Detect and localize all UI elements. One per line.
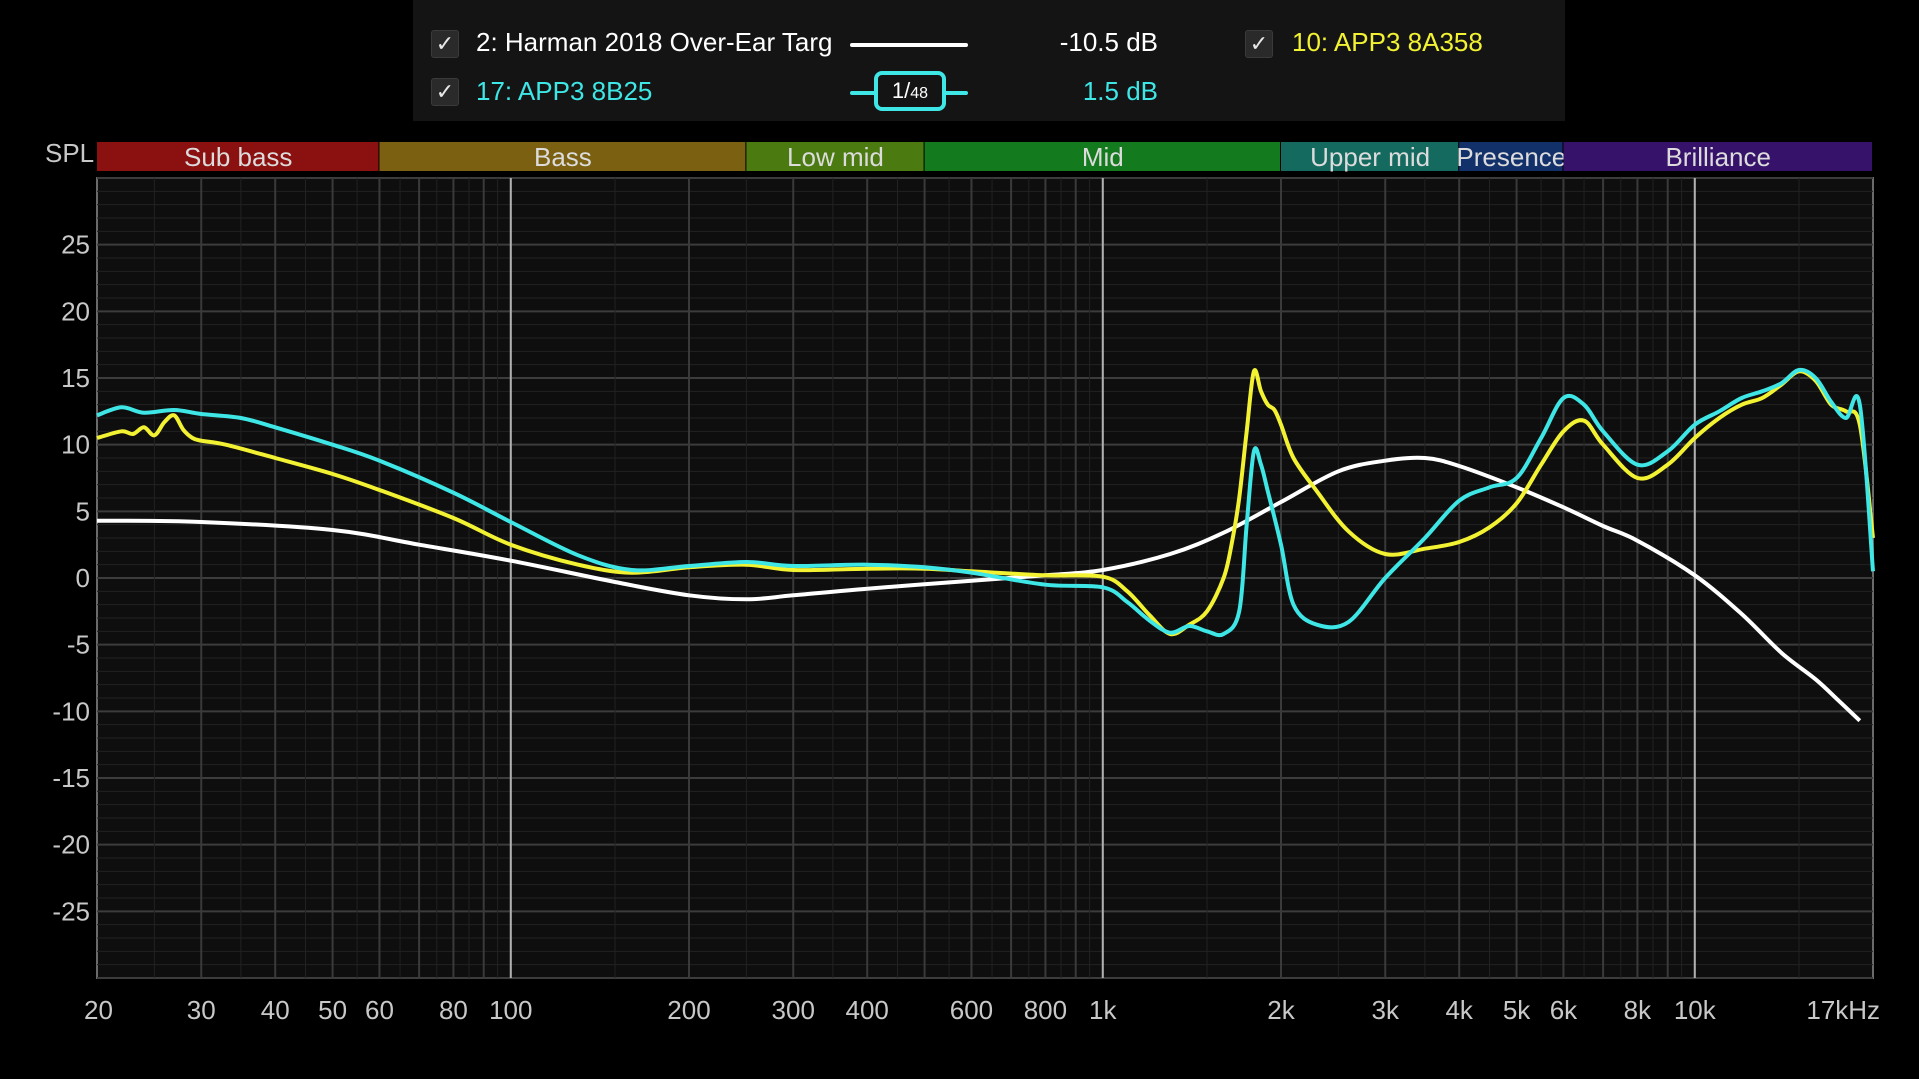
y-tick-label: 15 (61, 363, 90, 393)
legend-panel: ✓ 2: Harman 2018 Over-Ear Targ -10.5 dB … (413, 0, 1565, 121)
band-label-0: Sub bass (184, 142, 292, 172)
x-tick-label: 3k (1372, 995, 1400, 1025)
x-tick-label: 1k (1089, 995, 1117, 1025)
x-tick-label: 100 (489, 995, 532, 1025)
legend-name-harman-target: 2: Harman 2018 Over-Ear Targ (476, 27, 833, 57)
x-tick-label: 80 (439, 995, 468, 1025)
legend-swatch-harman-target (850, 43, 968, 47)
y-tick-label: -25 (52, 896, 90, 926)
x-tick-label: 600 (950, 995, 993, 1025)
band-label-4: Upper mid (1310, 142, 1430, 172)
x-tick-label: 30 (187, 995, 216, 1025)
checkbox-app3-8a358[interactable]: ✓ (1245, 30, 1273, 58)
band-label-1: Bass (534, 142, 592, 172)
x-tick-label: 40 (261, 995, 290, 1025)
x-tick-label: 4k (1445, 995, 1473, 1025)
x-tick-label: 300 (772, 995, 815, 1025)
y-axis-label: SPL (45, 138, 94, 168)
smoothing-numerator: 1 (891, 78, 905, 103)
y-tick-label: -20 (52, 830, 90, 860)
legend-value-harman-target: -10.5 dB (1059, 27, 1158, 57)
band-label-6: Brilliance (1665, 142, 1771, 172)
y-tick-label: -15 (52, 763, 90, 793)
x-tick-label: 20 (84, 995, 113, 1025)
checkbox-app3-8b25[interactable]: ✓ (431, 78, 459, 106)
band-label-5: Presence (1456, 142, 1566, 172)
frequency-bands: Sub bass Bass Low mid Mid Upper mid Presence B… (97, 142, 1872, 172)
smoothing-denominator: 48 (910, 85, 929, 102)
x-tick-label: 17kHz (1806, 995, 1880, 1025)
y-tick-label: 0 (76, 563, 90, 593)
y-tick-label: 10 (61, 430, 90, 460)
legend-name-app3-8b25: 17: APP3 8B25 (476, 76, 653, 106)
y-tick-label: -10 (52, 696, 90, 726)
legend-name-app3-8a358: 10: APP3 8A358 (1292, 27, 1483, 57)
y-tick-label: 25 (61, 230, 90, 260)
x-tick-label: 400 (846, 995, 889, 1025)
checkbox-harman-target[interactable]: ✓ (431, 30, 459, 58)
x-tick-label: 2k (1267, 995, 1295, 1025)
x-tick-label: 50 (318, 995, 347, 1025)
y-axis: 25 20 15 10 5 0 -5 -10 -15 -20 -25 (52, 230, 90, 927)
y-tick-label: 20 (61, 296, 90, 326)
x-tick-label: 8k (1624, 995, 1652, 1025)
band-label-2: Low mid (787, 142, 884, 172)
legend-value-app3-8b25: 1.5 dB (1082, 76, 1158, 106)
x-tick-label: 5k (1503, 995, 1531, 1025)
x-axis: 20 30 40 50 60 80 100 200 300 400 600 800 1k 2k 3k 4k 5k… (84, 995, 1880, 1025)
x-tick-label: 10k (1674, 995, 1717, 1025)
x-tick-label: 200 (667, 995, 710, 1025)
x-tick-label: 800 (1024, 995, 1067, 1025)
band-label-3: Mid (1082, 142, 1124, 172)
smoothing-badge[interactable]: 1/48 (874, 71, 946, 111)
x-tick-label: 60 (365, 995, 394, 1025)
y-tick-label: 5 (76, 496, 90, 526)
y-tick-label: -5 (67, 630, 90, 660)
x-tick-label: 6k (1550, 995, 1578, 1025)
frequency-response-chart: Sub bass Bass Low mid Mid Upper mid Presence B… (45, 138, 1880, 1025)
